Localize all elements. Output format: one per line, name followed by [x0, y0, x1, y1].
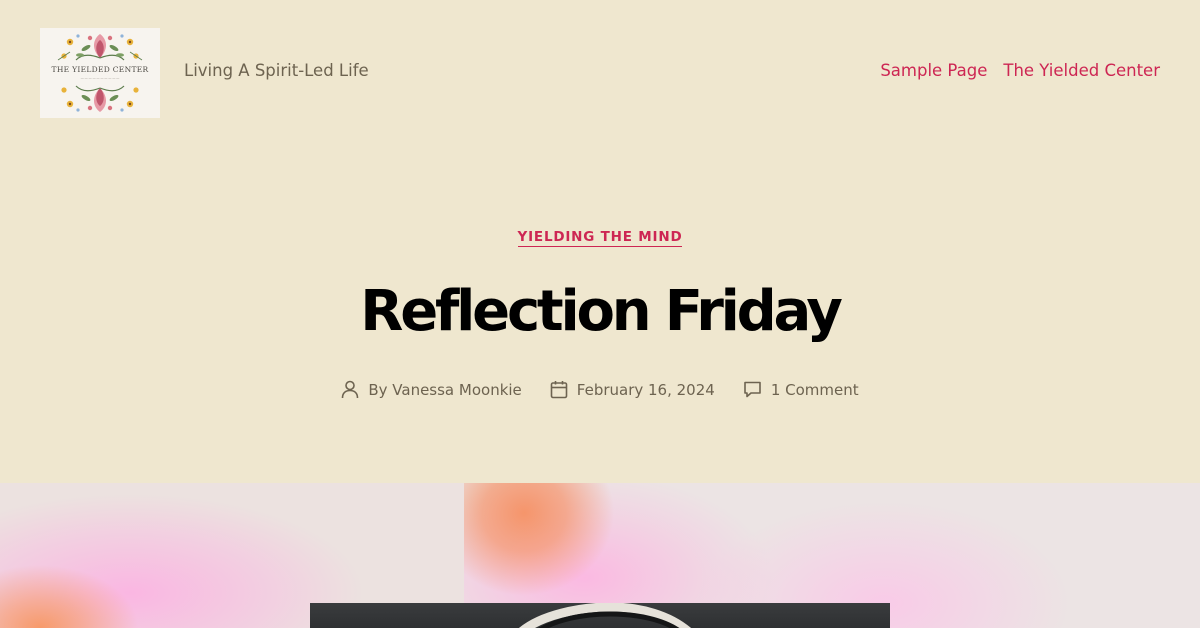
logo-subline: ― ― ― ― ― ― ― ― ― ―: [80, 76, 120, 80]
logo-wordmark: THE YIELDED CENTER: [51, 65, 149, 74]
post-date: February 16, 2024: [550, 380, 715, 399]
user-icon: [342, 380, 359, 399]
calendar-icon: [550, 381, 568, 399]
post-author: By Vanessa Moonkie: [341, 380, 522, 399]
photo-content: [519, 603, 691, 628]
site-logo[interactable]: THE YIELDED CENTER ― ― ― ― ― ― ― ― ― ―: [40, 28, 160, 118]
featured-photo: [310, 603, 890, 628]
site-tagline: Living A Spirit-Led Life: [184, 61, 369, 80]
primary-nav: Sample Page The Yielded Center: [880, 61, 1160, 80]
site-header: THE YIELDED CENTER ― ― ― ― ― ― ― ― ― ― L…: [0, 0, 1200, 483]
post-title: Reflection Friday: [360, 279, 843, 344]
nav-item-yielded-center[interactable]: The Yielded Center: [1003, 61, 1160, 80]
post-category: YIELDING THE MIND: [0, 226, 1200, 247]
post-comments: 1 Comment: [743, 380, 859, 399]
post-meta: By Vanessa Moonkie February 16, 2024 1 C…: [0, 380, 1200, 399]
nav-item-sample-page[interactable]: Sample Page: [880, 61, 987, 80]
category-link[interactable]: YIELDING THE MIND: [517, 229, 683, 247]
featured-image: [0, 483, 1200, 628]
comments-link[interactable]: 1 Comment: [771, 381, 859, 399]
comment-bubble-icon: [744, 381, 761, 398]
date-link[interactable]: February 16, 2024: [577, 381, 715, 399]
author-link[interactable]: By Vanessa Moonkie: [368, 381, 521, 399]
